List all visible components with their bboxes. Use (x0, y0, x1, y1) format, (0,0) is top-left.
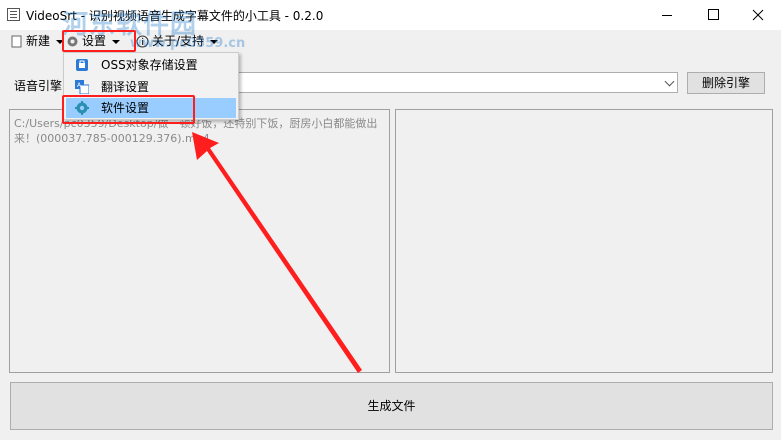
menu-new[interactable]: 新建 (10, 32, 65, 50)
menu-item-label: 翻译设置 (101, 80, 150, 94)
close-button[interactable] (735, 0, 781, 30)
highlight-box-software (62, 95, 195, 124)
delete-engine-button[interactable]: 删除引擎 (687, 72, 765, 94)
minimize-button[interactable] (644, 0, 690, 30)
menu-item-oss-settings[interactable]: OSS对象存储设置 (66, 55, 236, 75)
maximize-button[interactable] (690, 0, 736, 30)
translate-icon: A (75, 80, 90, 95)
watermark-url: www.pc0359.cn (130, 36, 246, 51)
close-icon (752, 9, 764, 21)
highlight-box-settings (62, 30, 136, 52)
log-pane[interactable] (395, 109, 773, 373)
database-icon (75, 58, 89, 72)
menu-item-label: OSS对象存储设置 (101, 58, 198, 72)
file-list-pane[interactable]: C:/Users/pc0359/Desktop/做一顿好饭，还特别下饭，厨房小白… (9, 109, 390, 373)
menu-item-translate-settings[interactable]: A 翻译设置 (66, 77, 236, 97)
app-icon (7, 8, 20, 21)
menu-new-label: 新建 (26, 34, 51, 48)
chevron-down-icon (664, 76, 675, 87)
generate-button[interactable]: 生成文件 (10, 382, 773, 430)
document-icon (10, 35, 23, 48)
engine-label: 语音引擎 (14, 79, 63, 93)
